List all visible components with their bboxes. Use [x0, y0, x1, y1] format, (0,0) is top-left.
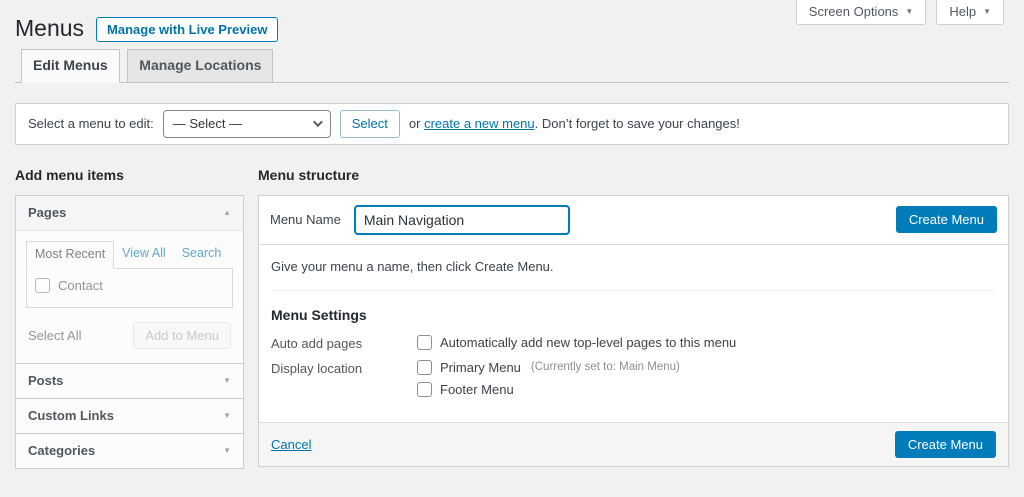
add-menu-items-column: Add menu items Pages ▲ Most Recent View … — [15, 167, 244, 469]
accordion-section-categories[interactable]: Categories ▼ — [16, 433, 243, 468]
help-label: Help — [949, 4, 976, 19]
auto-add-pages-row: Auto add pages Automatically add new top… — [271, 335, 996, 351]
create-menu-sentence: or create a new menu. Don’t forget to sa… — [409, 116, 740, 131]
accordion-section-custom-links[interactable]: Custom Links ▼ — [16, 398, 243, 433]
menu-edit-panel: Menu Name Create Menu Give your menu a n… — [258, 195, 1009, 467]
accordion-section-posts[interactable]: Posts ▼ — [16, 363, 243, 398]
auto-add-pages-option[interactable]: Automatically add new top-level pages to… — [417, 335, 736, 350]
display-location-row: Display location Primary Menu (Currently… — [271, 360, 996, 397]
tab-manage-locations[interactable]: Manage Locations — [127, 49, 273, 82]
screen-meta-links: Screen Options ▼ Help ▼ — [796, 0, 1004, 25]
menu-editor-columns: Add menu items Pages ▲ Most Recent View … — [15, 167, 1009, 469]
pages-button-controls: Select All Add to Menu — [26, 320, 233, 353]
tab-view-all[interactable]: View All — [114, 241, 174, 269]
auto-add-pages-text: Automatically add new top-level pages to… — [440, 335, 736, 350]
help-button[interactable]: Help ▼ — [936, 0, 1004, 25]
menu-select-bar: Select a menu to edit: — Select — Select… — [15, 103, 1009, 145]
pages-filter-tabs: Most Recent View All Search — [26, 241, 233, 269]
manage-with-live-preview-button[interactable]: Manage with Live Preview — [96, 17, 278, 42]
menu-edit-body: Give your menu a name, then click Create… — [259, 245, 1008, 422]
menu-name-label: Menu Name — [270, 212, 341, 227]
page-item-label: Contact — [58, 278, 103, 293]
menus-admin-page: Menus Manage with Live Preview Edit Menu… — [0, 0, 1024, 469]
primary-menu-label: Primary Menu — [440, 360, 521, 375]
nav-tab-bar: Edit Menus Manage Locations — [15, 49, 1009, 83]
expand-arrow-icon: ▼ — [223, 446, 231, 455]
primary-menu-checkbox[interactable] — [417, 360, 432, 375]
menu-structure-column: Menu structure Menu Name Create Menu Giv… — [258, 167, 1009, 467]
footer-menu-checkbox[interactable] — [417, 382, 432, 397]
primary-menu-note: (Currently set to: Main Menu) — [531, 361, 680, 373]
expand-arrow-icon: ▼ — [223, 376, 231, 385]
create-menu-button-bottom[interactable]: Create Menu — [895, 431, 996, 458]
save-changes-reminder: . Don’t forget to save your changes! — [535, 116, 740, 131]
page-title: Menus — [15, 14, 84, 44]
select-all-link[interactable]: Select All — [28, 328, 81, 343]
menu-name-row: Menu Name Create Menu — [259, 196, 1008, 245]
menu-settings-heading: Menu Settings — [271, 307, 996, 323]
auto-add-pages-label: Auto add pages — [271, 335, 417, 351]
pages-list-panel: Contact — [26, 268, 233, 308]
tab-most-recent[interactable]: Most Recent — [26, 241, 114, 269]
display-location-label: Display location — [271, 360, 417, 397]
menu-edit-footer: Cancel Create Menu — [259, 422, 1008, 466]
cancel-link[interactable]: Cancel — [271, 437, 311, 452]
menu-name-input[interactable] — [354, 205, 570, 235]
section-divider — [272, 290, 995, 291]
location-primary-menu-option[interactable]: Primary Menu (Currently set to: Main Men… — [417, 360, 680, 375]
collapse-arrow-icon: ▲ — [223, 208, 231, 217]
display-location-options: Primary Menu (Currently set to: Main Men… — [417, 360, 680, 397]
add-menu-items-heading: Add menu items — [15, 167, 244, 183]
page-item-contact[interactable]: Contact — [35, 278, 224, 293]
chevron-down-icon: ▼ — [983, 8, 991, 16]
create-menu-button-top[interactable]: Create Menu — [896, 206, 997, 233]
screen-options-button[interactable]: Screen Options ▼ — [796, 0, 927, 25]
chevron-down-icon: ▼ — [905, 8, 913, 16]
or-text: or — [409, 116, 421, 131]
menu-select-dropdown[interactable]: — Select — — [163, 110, 331, 138]
accordion-section-pages[interactable]: Pages ▲ — [16, 196, 243, 231]
select-button[interactable]: Select — [340, 110, 400, 138]
auto-add-pages-value: Automatically add new top-level pages to… — [417, 335, 736, 351]
menu-items-accordion: Pages ▲ Most Recent View All Search Cont… — [15, 195, 244, 469]
footer-menu-label: Footer Menu — [440, 382, 514, 397]
auto-add-pages-checkbox[interactable] — [417, 335, 432, 350]
categories-section-title: Categories — [28, 443, 95, 458]
posts-section-title: Posts — [28, 373, 63, 388]
pages-section-content: Most Recent View All Search Contact Sele… — [16, 231, 243, 363]
expand-arrow-icon: ▼ — [223, 411, 231, 420]
menu-select-value: — Select — — [173, 116, 242, 131]
pages-section-title: Pages — [28, 205, 66, 220]
menu-name-helper-text: Give your menu a name, then click Create… — [271, 245, 996, 290]
chevron-down-icon — [313, 117, 323, 127]
custom-links-section-title: Custom Links — [28, 408, 114, 423]
create-new-menu-link[interactable]: create a new menu — [424, 116, 535, 131]
location-footer-menu-option[interactable]: Footer Menu — [417, 382, 680, 397]
screen-options-label: Screen Options — [809, 4, 899, 19]
add-to-menu-button[interactable]: Add to Menu — [133, 322, 231, 349]
tab-edit-menus[interactable]: Edit Menus — [21, 49, 120, 83]
select-menu-label: Select a menu to edit: — [28, 116, 154, 131]
menu-structure-heading: Menu structure — [258, 167, 1009, 183]
tab-search[interactable]: Search — [174, 241, 230, 269]
contact-checkbox[interactable] — [35, 278, 50, 293]
